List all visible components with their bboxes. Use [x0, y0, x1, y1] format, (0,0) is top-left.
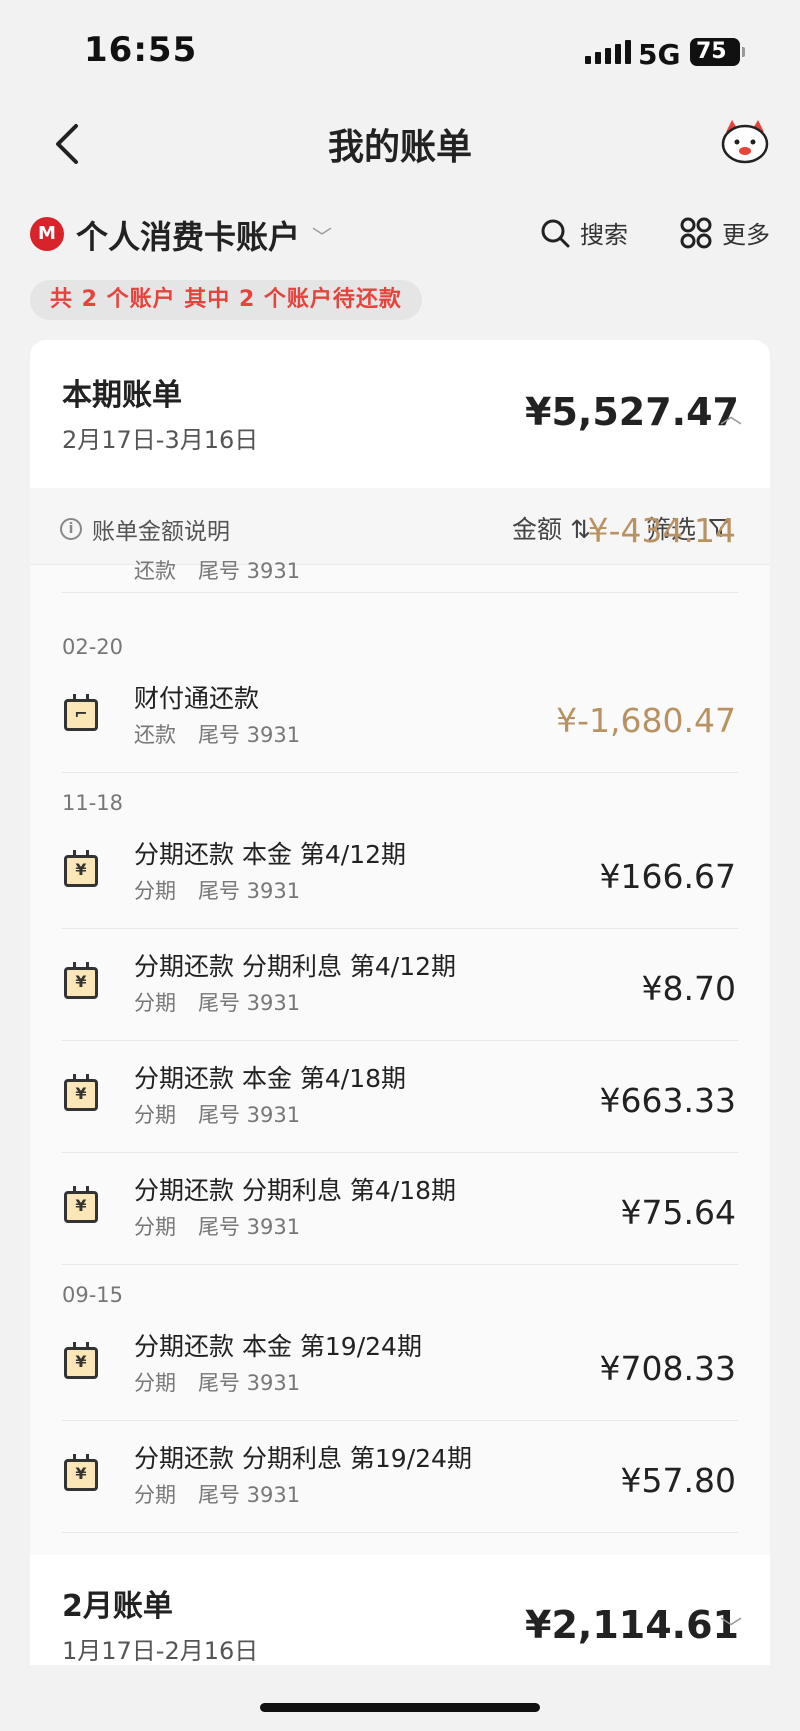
- row-divider: [62, 1532, 738, 1533]
- row-divider: [62, 1264, 738, 1265]
- transaction-type: 分期: [134, 879, 176, 903]
- account-selector[interactable]: 个人消费卡账户 ﹀: [76, 212, 332, 258]
- card-tail: 尾号 3931: [198, 723, 301, 747]
- transaction-amount: ¥8.70: [641, 969, 736, 1008]
- signal-icon: [585, 40, 631, 64]
- search-label: 搜索: [580, 221, 628, 249]
- search-icon: [541, 219, 570, 247]
- card-tail: 尾号 3931: [198, 879, 301, 903]
- transaction-row[interactable]: ⌐ 财付通还款还款 尾号 3931 ¥-1,680.47: [30, 661, 770, 773]
- transaction-amount: ¥166.67: [599, 857, 736, 896]
- installment-icon: ¥: [64, 1342, 98, 1379]
- prev-bill-title: 2月账单: [62, 1589, 173, 1624]
- home-indicator: [260, 1703, 540, 1712]
- installment-icon: ¥: [64, 1454, 98, 1491]
- installment-icon: ¥: [64, 850, 98, 887]
- card-tail: 尾号 3931: [198, 991, 301, 1015]
- date-header: 11-18: [62, 791, 124, 815]
- mascot-icon: [721, 120, 769, 164]
- transaction-name: 分期还款 本金 第4/12期: [134, 840, 407, 869]
- date-header: 09-15: [62, 1283, 124, 1307]
- transaction-row[interactable]: ¥ 分期还款 本金 第19/24期 分期 尾号 3931 ¥708.33: [30, 1309, 770, 1421]
- installment-icon: ¥: [64, 962, 98, 999]
- transaction-row[interactable]: ¥ 分期还款 分期利息 第19/24期 分期 尾号 3931 ¥57.80: [30, 1421, 770, 1533]
- current-bill-range: 2月17日-3月16日: [62, 426, 259, 454]
- prev-bill-range: 1月17日-2月16日: [62, 1637, 259, 1665]
- current-bill-header[interactable]: 本期账单 2月17日-3月16日 ¥5,527.47 ︿: [30, 340, 770, 488]
- transaction-sub: 分期 尾号 3931: [134, 987, 300, 1017]
- chevron-down-icon: ﹀: [312, 224, 333, 249]
- status-time: 16:55: [84, 30, 198, 70]
- more-label: 更多: [722, 221, 770, 249]
- installment-icon: ¥: [64, 1074, 98, 1111]
- installment-icon: ¥: [64, 1186, 98, 1223]
- accounts-summary-badge[interactable]: 共 2 个账户 其中 2 个账户待还款: [30, 280, 422, 320]
- network-label: 5G: [638, 38, 681, 71]
- transaction-name: 分期还款 本金 第4/18期: [134, 1064, 407, 1093]
- transaction-type: 分期: [134, 1483, 176, 1507]
- transaction-amount: ¥663.33: [599, 1081, 736, 1120]
- current-bill-title: 本期账单: [62, 378, 182, 413]
- chevron-up-icon[interactable]: ︿: [720, 398, 742, 430]
- transaction-row-partial[interactable]: 还款 尾号 3931 ¥-434.14: [30, 503, 770, 593]
- date-header: 02-20: [62, 635, 124, 659]
- card-tail: 尾号 3931: [198, 1483, 301, 1507]
- transaction-sub: 还款 尾号 3931: [134, 719, 300, 749]
- transaction-name: 分期还款 分期利息 第4/12期: [134, 952, 457, 981]
- transaction-sub: 分期 尾号 3931: [134, 1479, 300, 1509]
- transaction-type: 还款: [134, 723, 176, 747]
- transaction-row[interactable]: ¥ 分期还款 分期利息 第4/12期 分期 尾号 3931 ¥8.70: [30, 929, 770, 1041]
- battery-icon: 75: [690, 38, 745, 66]
- transaction-sub: 分期 尾号 3931: [134, 1211, 300, 1241]
- transaction-row[interactable]: ¥ 分期还款 本金 第4/18期 分期 尾号 3931 ¥663.33: [30, 1041, 770, 1153]
- transaction-amount: ¥57.80: [620, 1461, 736, 1500]
- grid-icon: [680, 217, 712, 248]
- bank-logo: M: [30, 217, 64, 251]
- transaction-amount: ¥-1,680.47: [556, 701, 736, 740]
- prev-bill-header[interactable]: 2月账单 1月17日-2月16日 ¥2,114.61 ﹀: [30, 1555, 770, 1665]
- transaction-name: 财付通还款: [134, 684, 260, 713]
- transaction-type: 分期: [134, 1371, 176, 1395]
- transaction-amount: ¥-434.14: [587, 511, 736, 550]
- transaction-row[interactable]: ¥ 分期还款 本金 第4/12期 分期 尾号 3931 ¥166.67: [30, 817, 770, 929]
- prev-bill-amount: ¥2,114.61: [525, 1603, 739, 1647]
- transaction-name: 分期还款 分期利息 第4/18期: [134, 1176, 457, 1205]
- transaction-sub: 分期 尾号 3931: [134, 1099, 300, 1129]
- transaction-name: 分期还款 分期利息 第19/24期: [134, 1444, 472, 1473]
- account-name: 个人消费卡账户: [76, 218, 301, 256]
- transaction-type: 分期: [134, 1103, 176, 1127]
- row-divider: [62, 772, 738, 773]
- current-bill-amount: ¥5,527.47: [525, 390, 739, 434]
- transaction-sub: 分期 尾号 3931: [134, 1367, 300, 1397]
- more-button[interactable]: 更多: [680, 215, 770, 250]
- chevron-down-icon[interactable]: ﹀: [720, 1611, 742, 1643]
- transaction-sub: 分期 尾号 3931: [134, 875, 300, 905]
- transaction-row[interactable]: ¥ 分期还款 分期利息 第4/18期 分期 尾号 3931 ¥75.64: [30, 1153, 770, 1265]
- repayment-icon: ⌐: [64, 694, 98, 731]
- card-tail: 尾号 3931: [198, 1215, 301, 1239]
- card-tail: 尾号 3931: [198, 1103, 301, 1127]
- transaction-name: 分期还款 本金 第19/24期: [134, 1332, 422, 1361]
- search-button[interactable]: 搜索: [540, 215, 628, 250]
- transaction-type: 分期: [134, 1215, 176, 1239]
- card-tail: 尾号 3931: [198, 1371, 301, 1395]
- transaction-type: 分期: [134, 991, 176, 1015]
- page-title: 我的账单: [327, 127, 472, 168]
- transaction-sub: 还款 尾号 3931: [134, 559, 301, 583]
- transaction-amount: ¥708.33: [599, 1349, 736, 1388]
- transaction-amount: ¥75.64: [620, 1193, 736, 1232]
- bill-card: 本期账单 2月17日-3月16日 ¥5,527.47 ︿ i 账单金额说明 金额…: [30, 340, 770, 1660]
- mascot-button[interactable]: [718, 118, 772, 164]
